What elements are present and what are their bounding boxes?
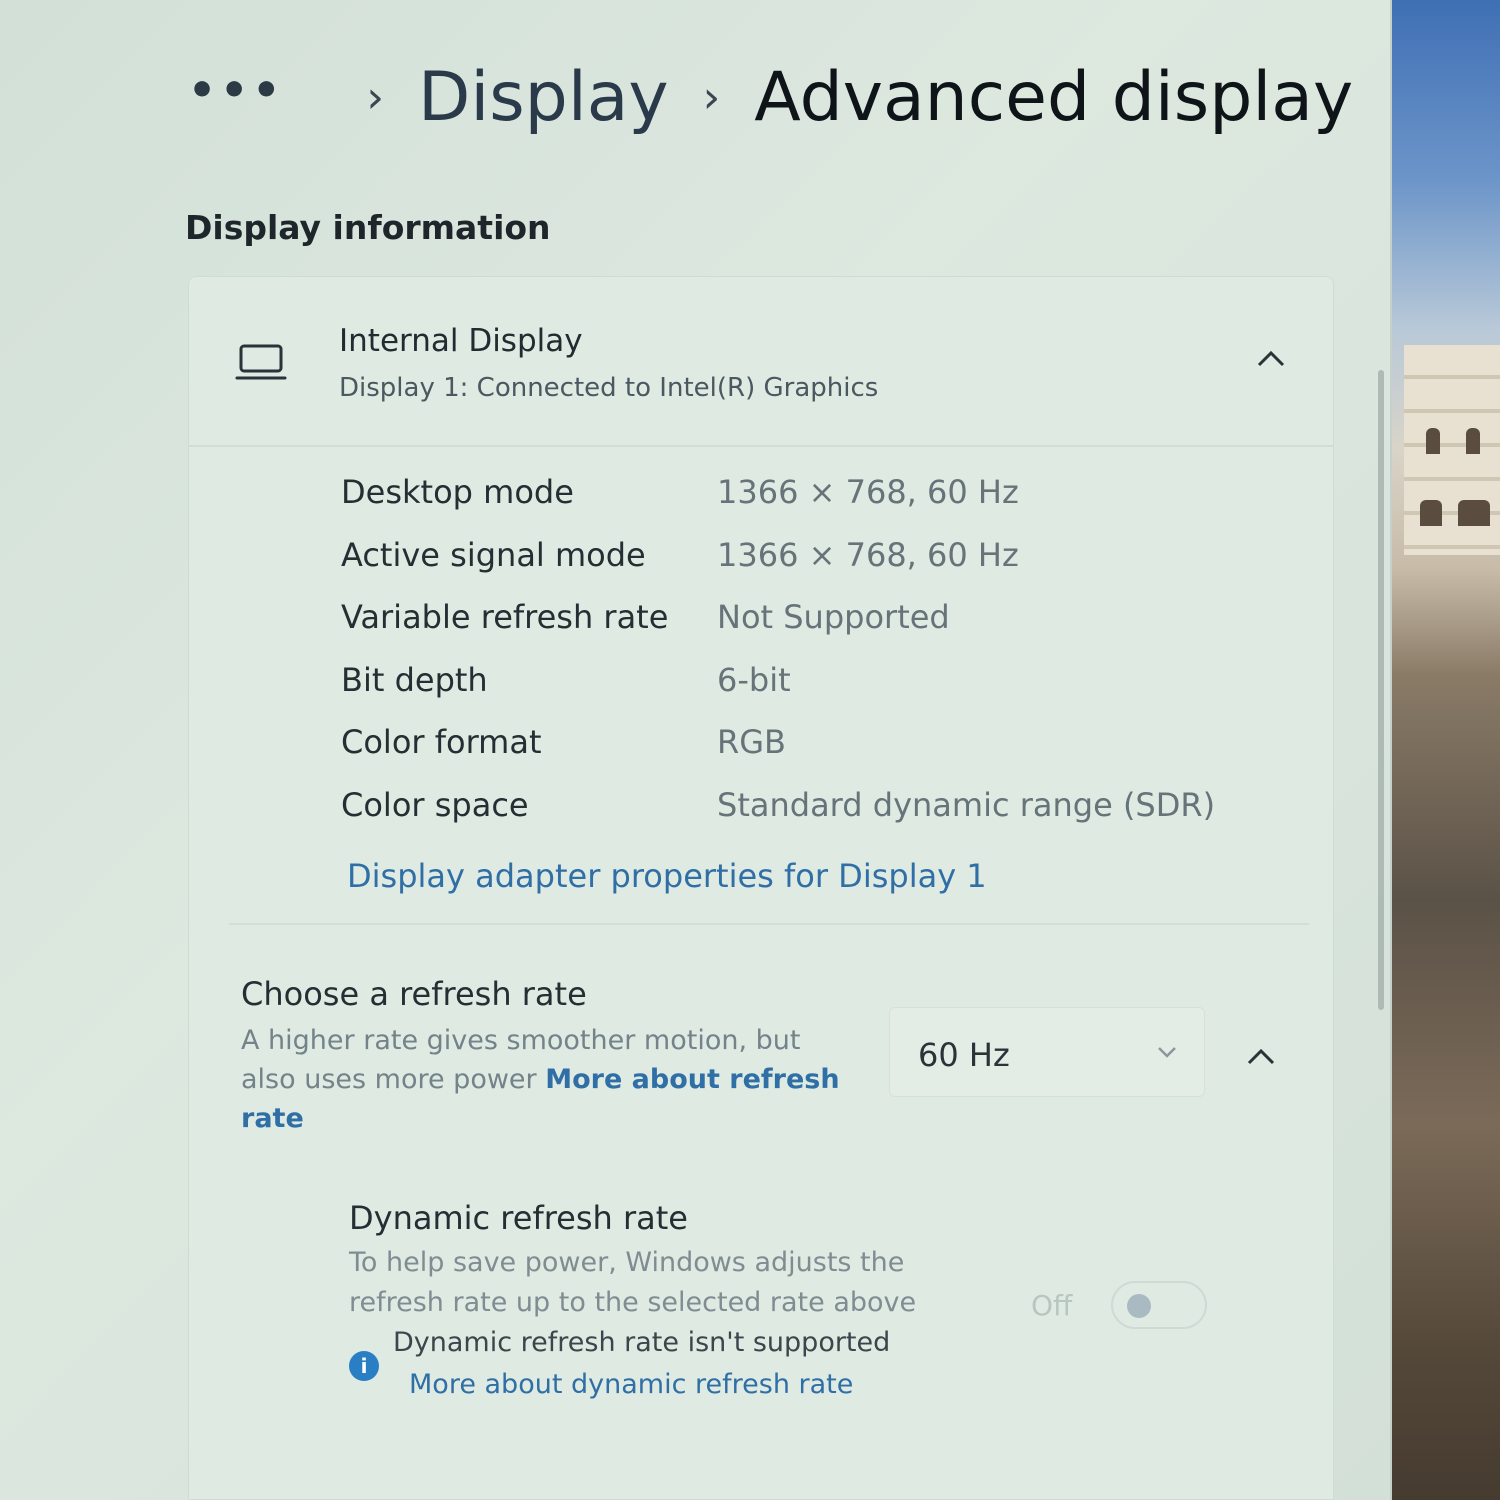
chevron-up-icon[interactable] bbox=[1243, 1039, 1279, 1075]
refresh-rate-title: Choose a refresh rate bbox=[241, 975, 587, 1013]
info-value: RGB bbox=[717, 723, 786, 761]
info-label: Color space bbox=[341, 785, 529, 824]
info-label: Variable refresh rate bbox=[341, 598, 669, 636]
wallpaper-window bbox=[1426, 428, 1440, 454]
display-name: Internal Display bbox=[339, 323, 583, 359]
settings-window: ••• › Display › Advanced display Display… bbox=[0, 0, 1392, 1500]
refresh-rate-selected: 60 Hz bbox=[918, 1036, 1010, 1074]
display-subtitle: Display 1: Connected to Intel(R) Graphic… bbox=[339, 373, 879, 403]
display-info-card: Internal Display Display 1: Connected to… bbox=[188, 276, 1334, 1500]
info-label: Bit depth bbox=[341, 660, 488, 699]
dynamic-refresh-title: Dynamic refresh rate bbox=[349, 1199, 688, 1237]
breadcrumb-item-display[interactable]: Display bbox=[418, 58, 669, 137]
chevron-right-icon: › bbox=[702, 71, 721, 123]
info-icon: i bbox=[349, 1351, 379, 1381]
chevron-right-icon: › bbox=[366, 71, 384, 123]
dynamic-refresh-toggle[interactable] bbox=[1111, 1281, 1207, 1329]
info-value: 6-bit bbox=[717, 660, 791, 699]
scrollbar[interactable] bbox=[1378, 370, 1384, 1010]
info-value: 1366 × 768, 60 Hz bbox=[717, 535, 1019, 574]
dynamic-refresh-unsupported-text: Dynamic refresh rate isn't supported bbox=[393, 1327, 891, 1358]
chevron-down-icon bbox=[1158, 1047, 1176, 1058]
info-value: Standard dynamic range (SDR) bbox=[717, 785, 1216, 824]
laptop-icon bbox=[235, 344, 287, 380]
info-value: 1366 × 768, 60 Hz bbox=[717, 473, 1019, 511]
divider bbox=[229, 923, 1309, 925]
wallpaper-arch bbox=[1458, 500, 1490, 526]
chevron-up-icon[interactable] bbox=[1251, 339, 1291, 379]
info-label: Desktop mode bbox=[341, 473, 574, 511]
adapter-properties-link[interactable]: Display adapter properties for Display 1 bbox=[347, 857, 987, 895]
info-label: Color format bbox=[341, 723, 542, 761]
breadcrumb: ••• › Display › Advanced display bbox=[188, 52, 1353, 142]
toggle-knob bbox=[1127, 1294, 1151, 1318]
info-label: Active signal mode bbox=[341, 535, 646, 574]
wallpaper-arch bbox=[1420, 500, 1442, 526]
desktop-wallpaper bbox=[1380, 0, 1500, 1500]
page-title: Advanced display bbox=[754, 57, 1354, 137]
breadcrumb-more-button[interactable]: ••• bbox=[188, 65, 284, 116]
dynamic-refresh-toggle-label: Off bbox=[1031, 1289, 1073, 1322]
section-title: Display information bbox=[185, 208, 551, 247]
refresh-rate-description: A higher rate gives smoother motion, but… bbox=[241, 1021, 841, 1138]
display-card-header[interactable]: Internal Display Display 1: Connected to… bbox=[189, 277, 1333, 447]
wallpaper-window bbox=[1466, 428, 1480, 454]
refresh-rate-dropdown[interactable]: 60 Hz bbox=[889, 1007, 1205, 1097]
more-about-dynamic-refresh-link[interactable]: More about dynamic refresh rate bbox=[409, 1369, 853, 1400]
dynamic-refresh-description: To help save power, Windows adjusts the … bbox=[349, 1247, 917, 1318]
info-value: Not Supported bbox=[717, 598, 950, 636]
